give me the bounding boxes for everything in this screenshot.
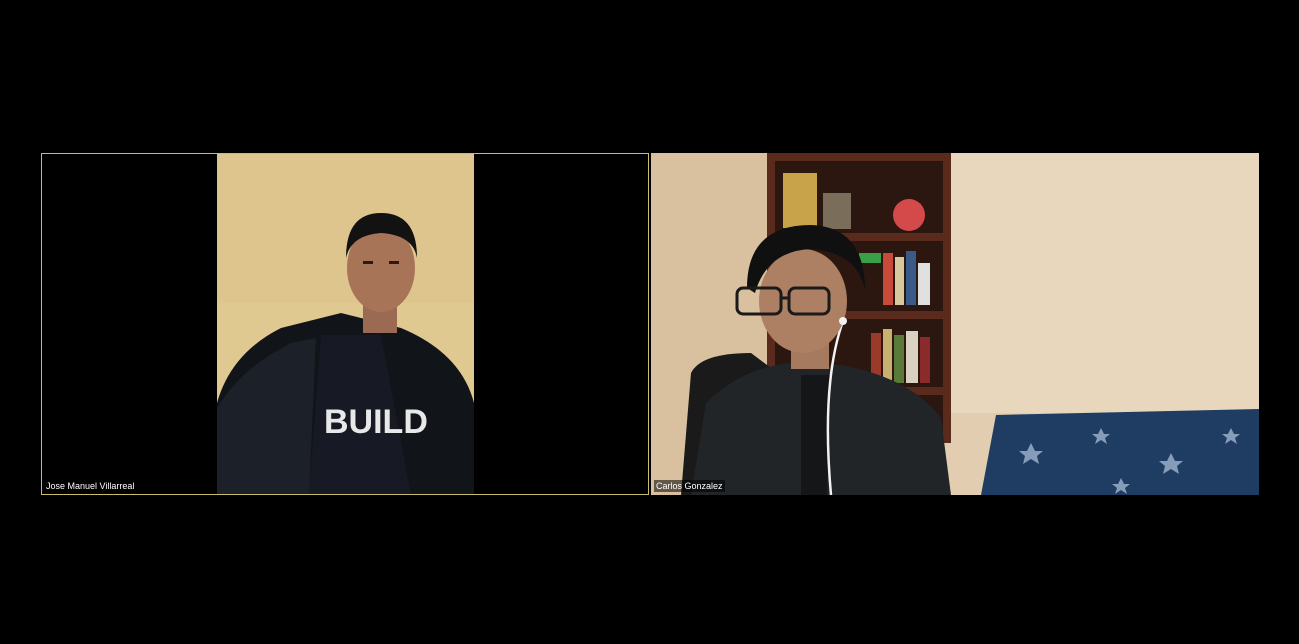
shirt-print: BUILD (324, 403, 428, 441)
gallery-view: BUILD Jose Manuel Villarreal Carlos Gonz… (0, 0, 1299, 644)
participant-tile-carlos[interactable]: Carlos Gonzalez (651, 153, 1259, 495)
participant-name-label: Carlos Gonzalez (654, 480, 725, 492)
participant-video-carlos (651, 153, 1259, 495)
participant-tile-jose[interactable]: BUILD Jose Manuel Villarreal (41, 153, 649, 495)
participant-name-label: Jose Manuel Villarreal (44, 480, 137, 492)
participant-video-jose: BUILD (41, 153, 649, 495)
